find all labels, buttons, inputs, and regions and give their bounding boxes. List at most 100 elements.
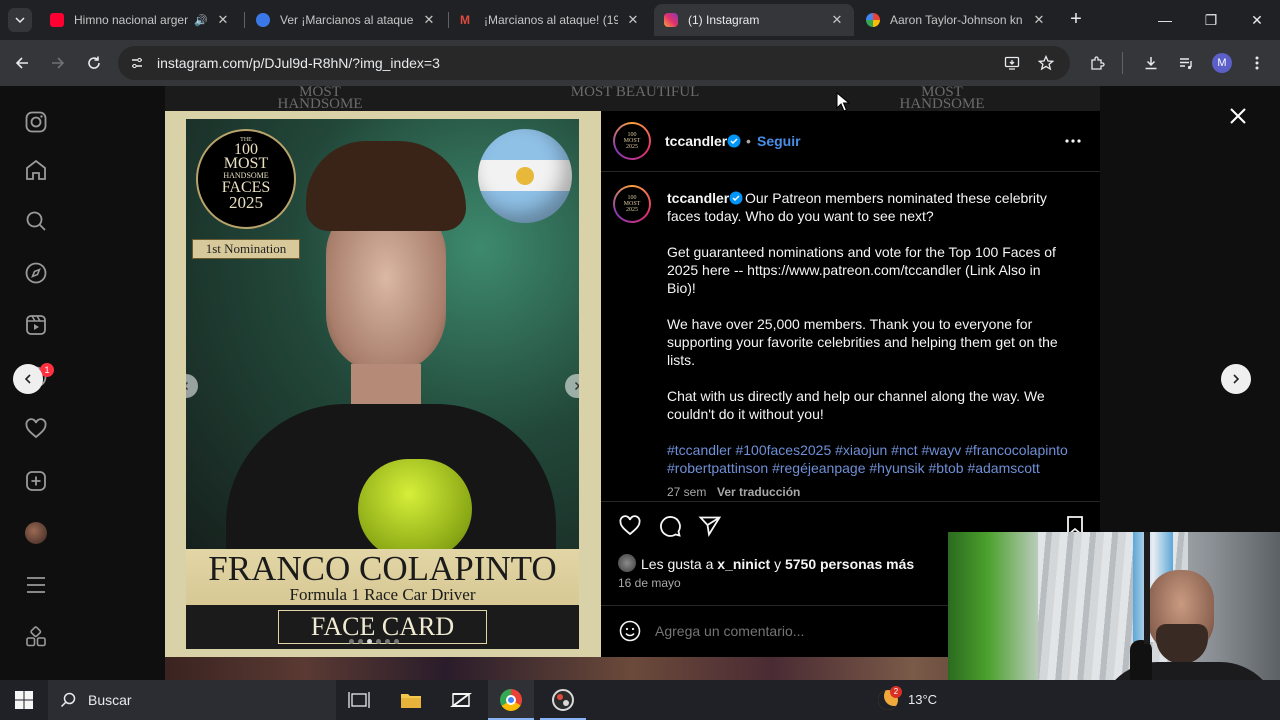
create-icon[interactable] — [22, 467, 50, 495]
home-icon[interactable] — [22, 156, 50, 184]
browser-tab[interactable]: Ver ¡Marcianos al ataque! ✕ — [246, 4, 446, 36]
forward-button[interactable] — [43, 48, 73, 78]
extensions-button[interactable] — [1082, 48, 1112, 78]
close-window-button[interactable]: ✕ — [1234, 0, 1280, 40]
chrome-icon — [500, 689, 522, 711]
profile-avatar-icon[interactable] — [22, 519, 50, 547]
tab-separator — [448, 12, 449, 28]
close-tab-icon[interactable]: ✕ — [830, 12, 844, 28]
bookmark-star-icon[interactable] — [1038, 55, 1054, 71]
author-username[interactable]: tccandler — [665, 132, 727, 150]
caption-paragraph: Chat with us directly and help our chann… — [667, 388, 1045, 404]
toolbar-divider — [1122, 52, 1123, 74]
caption-paragraph: supporting your favorite celebrities and… — [667, 334, 1058, 350]
browser-menu-button[interactable] — [1242, 48, 1272, 78]
chevron-left-icon — [186, 381, 189, 391]
post-age: 27 sem — [667, 485, 707, 499]
badge-year: 2025 — [229, 193, 263, 212]
likes-summary[interactable]: Les gusta a x_ninict y 5750 personas más — [641, 555, 914, 573]
tab-title: ¡Marcianos al ataque! (19 — [484, 13, 618, 27]
emoji-smile-icon — [619, 620, 641, 642]
post-options-button[interactable] — [1063, 133, 1083, 149]
taskbar-search-label: Buscar — [88, 692, 132, 708]
share-button[interactable] — [698, 514, 722, 538]
back-button[interactable] — [7, 48, 37, 78]
chevron-down-icon — [15, 17, 25, 24]
person-name: FRANCO COLAPINTO — [208, 549, 557, 588]
reels-icon[interactable] — [22, 311, 50, 339]
heart-icon[interactable] — [22, 415, 50, 443]
capcut-icon — [450, 693, 472, 707]
task-view-button[interactable] — [348, 690, 370, 710]
reload-button[interactable] — [79, 48, 109, 78]
emoji-button[interactable] — [618, 619, 642, 643]
likes-conjunction: y — [770, 556, 785, 572]
nomination-label: 1st Nomination — [192, 239, 300, 259]
liker-avatar[interactable] — [618, 554, 636, 572]
downloads-button[interactable] — [1136, 48, 1166, 78]
start-button[interactable] — [14, 690, 34, 710]
name-banner: FRANCO COLAPINTO Formula 1 Race Car Driv… — [186, 549, 579, 649]
close-icon — [1230, 108, 1246, 124]
close-tab-icon[interactable]: ✕ — [626, 12, 640, 28]
explore-compass-icon[interactable] — [22, 259, 50, 287]
weather-widget[interactable]: 2 13°C — [872, 686, 948, 712]
browser-tab[interactable]: Himno nacional argentino 🔊 ✕ — [40, 4, 240, 36]
post-image-pane: THE 100 MOST HANDSOME FACES 2025 1st Nom… — [165, 111, 601, 657]
hashtags-link[interactable]: #robertpattinson #regéjeanpage #hyunsik … — [667, 459, 1040, 477]
verified-badge-icon — [729, 191, 743, 205]
windows-logo-icon — [15, 691, 33, 709]
caption-username[interactable]: tccandler — [667, 189, 729, 207]
close-tab-icon[interactable]: ✕ — [216, 12, 230, 28]
file-explorer-button[interactable] — [400, 690, 422, 710]
likes-count[interactable]: 5750 personas más — [785, 556, 914, 572]
tab-title: Himno nacional argentino — [74, 13, 189, 27]
minimize-button[interactable]: — — [1142, 0, 1188, 40]
post-date: 16 de mayo — [618, 576, 681, 590]
browser-tab[interactable]: M ¡Marcianos al ataque! (19 ✕ — [450, 4, 650, 36]
new-tab-button[interactable]: + — [1064, 8, 1088, 32]
share-paper-plane-icon — [698, 516, 722, 538]
caption-paragraph: 2025 here -- https://www.patreon.com/tcc… — [667, 262, 1041, 278]
hashtags-link[interactable]: #tccandler #100faces2025 #xiaojun #nct #… — [667, 441, 1068, 459]
tab-title: (1) Instagram — [688, 13, 760, 27]
browser-tab-active[interactable]: (1) Instagram ✕ — [654, 4, 854, 36]
liker-username[interactable]: x_ninict — [717, 556, 770, 572]
background-word: MOST HANDSOME — [277, 86, 363, 112]
tab-strip: Himno nacional argentino 🔊 ✕ Ver ¡Marcia… — [0, 0, 1280, 40]
address-bar[interactable]: instagram.com/p/DJul9d-R8hN/?img_index=3 — [118, 46, 1070, 80]
also-from-meta-icon[interactable] — [22, 623, 50, 651]
search-icon[interactable] — [22, 207, 50, 235]
tab-search-button[interactable] — [8, 8, 32, 32]
install-app-icon[interactable] — [1004, 55, 1020, 71]
comment-button[interactable] — [658, 514, 682, 538]
follow-button[interactable]: Seguir — [757, 132, 801, 150]
like-button[interactable] — [618, 514, 642, 538]
media-controls-button[interactable] — [1171, 48, 1201, 78]
close-modal-button[interactable] — [1226, 104, 1250, 128]
person-role: Formula 1 Race Car Driver — [289, 585, 476, 604]
temperature: 13°C — [908, 692, 938, 707]
url-text: instagram.com/p/DJul9d-R8hN/?img_index=3 — [157, 55, 440, 71]
capcut-button[interactable] — [450, 690, 472, 710]
previous-post-button[interactable] — [13, 364, 43, 394]
profile-avatar[interactable]: M — [1212, 53, 1232, 73]
chrome-button[interactable] — [488, 680, 534, 720]
taskbar-search-box[interactable]: Buscar — [48, 680, 336, 720]
tab-title: Aaron Taylor-Johnson kn — [890, 13, 1023, 27]
hamburger-menu-icon[interactable] — [22, 571, 50, 599]
obs-button[interactable] — [540, 680, 586, 720]
instagram-logo-icon[interactable] — [22, 108, 50, 136]
close-tab-icon[interactable]: ✕ — [422, 12, 436, 28]
site-settings-icon[interactable] — [130, 56, 144, 70]
restore-button[interactable]: ❐ — [1188, 0, 1234, 40]
browser-tab[interactable]: Aaron Taylor-Johnson kn ✕ — [856, 4, 1056, 36]
translate-link[interactable]: Ver traducción — [717, 483, 800, 501]
background-word: MOST BEAUTIFUL — [570, 86, 700, 100]
close-tab-icon[interactable]: ✕ — [1032, 12, 1046, 28]
site-icon — [256, 13, 270, 27]
author-avatar[interactable]: 100 MOST 2025 — [613, 122, 651, 160]
caption-avatar[interactable]: 100 MOST 2025 — [613, 185, 651, 223]
next-post-button[interactable] — [1221, 364, 1251, 394]
folder-icon — [401, 694, 421, 708]
